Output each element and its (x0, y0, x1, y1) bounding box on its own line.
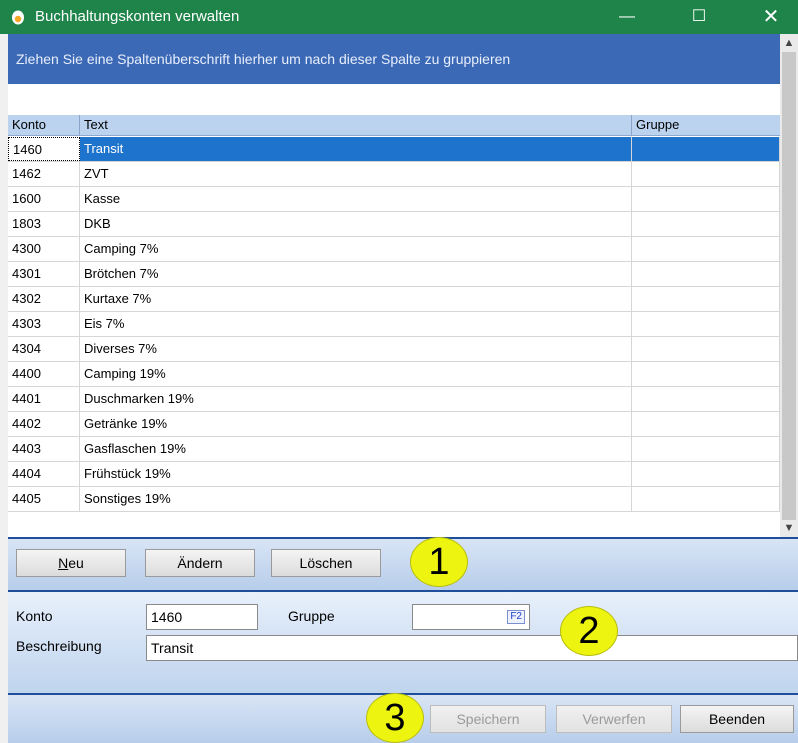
grid-rows: 1460 Transit 1462 ZVT 1600 Kasse 1803 DKB 4300 Ca… (8, 137, 780, 537)
table-row[interactable]: 4403 Gasflaschen 19% (8, 437, 780, 462)
table-row[interactable]: 4302 Kurtaxe 7% (8, 287, 780, 312)
cell-text: Gasflaschen 19% (80, 437, 632, 461)
column-header-text[interactable]: Text (80, 115, 632, 135)
cell-konto: 4400 (8, 362, 80, 386)
column-header-gruppe[interactable]: Gruppe (632, 115, 780, 135)
neu-button[interactable]: Neu (16, 549, 126, 577)
table-row[interactable]: 4301 Brötchen 7% (8, 262, 780, 287)
gruppe-label: Gruppe (288, 608, 335, 624)
cell-gruppe (632, 162, 780, 186)
beenden-button[interactable]: Beenden (680, 705, 794, 733)
cell-text: Frühstück 19% (80, 462, 632, 486)
verwerfen-button[interactable]: Verwerfen (556, 705, 672, 733)
konto-label: Konto (16, 608, 53, 624)
neu-mnemonic: N (58, 555, 69, 571)
cell-konto: 1600 (8, 187, 80, 211)
table-row[interactable]: 1600 Kasse (8, 187, 780, 212)
cell-text: Camping 7% (80, 237, 632, 261)
accounts-grid: Ziehen Sie eine Spaltenüberschrift hierh… (8, 34, 798, 537)
cell-konto: 1460 (8, 137, 80, 161)
cell-gruppe (632, 412, 780, 436)
cell-gruppe (632, 312, 780, 336)
cell-text: Diverses 7% (80, 337, 632, 361)
vertical-scrollbar[interactable]: ▲ ▼ (780, 34, 798, 537)
f2-lookup-icon[interactable]: F2 (507, 610, 525, 624)
group-by-panel[interactable]: Ziehen Sie eine Spaltenüberschrift hierh… (8, 34, 780, 84)
marker-2: 2 (560, 606, 618, 656)
table-row[interactable]: 4402 Getränke 19% (8, 412, 780, 437)
speichern-button[interactable]: Speichern (430, 705, 546, 733)
cell-konto: 4405 (8, 487, 80, 511)
cell-text: Eis 7% (80, 312, 632, 336)
cell-text: Getränke 19% (80, 412, 632, 436)
close-button[interactable]: ✕ (748, 0, 794, 34)
cell-konto: 4304 (8, 337, 80, 361)
cell-gruppe (632, 237, 780, 261)
cell-text: Brötchen 7% (80, 262, 632, 286)
cell-gruppe (632, 287, 780, 311)
aendern-button[interactable]: Ändern (145, 549, 255, 577)
table-row[interactable]: 1462 ZVT (8, 162, 780, 187)
table-row[interactable]: 1460 Transit (8, 137, 780, 162)
cell-text: Sonstiges 19% (80, 487, 632, 511)
table-row[interactable]: 4401 Duschmarken 19% (8, 387, 780, 412)
cell-text: Transit (80, 137, 632, 161)
cell-konto: 4402 (8, 412, 80, 436)
cell-text: ZVT (80, 162, 632, 186)
title-bar: Buchhaltungskonten verwalten — ☐ ✕ (0, 0, 798, 34)
table-row[interactable]: 4405 Sonstiges 19% (8, 487, 780, 512)
cell-konto: 4301 (8, 262, 80, 286)
cell-gruppe (632, 362, 780, 386)
cell-gruppe (632, 337, 780, 361)
cell-gruppe (632, 212, 780, 236)
cell-gruppe (632, 137, 780, 161)
cell-konto: 4300 (8, 237, 80, 261)
cell-konto: 4404 (8, 462, 80, 486)
cell-gruppe (632, 437, 780, 461)
cell-gruppe (632, 462, 780, 486)
cell-konto: 4401 (8, 387, 80, 411)
cell-text: Kurtaxe 7% (80, 287, 632, 311)
cell-gruppe (632, 262, 780, 286)
cell-gruppe (632, 487, 780, 511)
neu-label-rest: eu (68, 555, 84, 571)
scroll-up-icon[interactable]: ▲ (780, 34, 798, 52)
table-row[interactable]: 4304 Diverses 7% (8, 337, 780, 362)
beschreibung-label: Beschreibung (16, 638, 102, 654)
action-panel: Neu Ändern Löschen 1 (8, 537, 798, 590)
edit-form-panel: Konto 1460 Gruppe F2 Beschreibung Transi… (8, 590, 798, 693)
footer-panel: 3 Speichern Verwerfen Beenden (8, 693, 798, 743)
table-row[interactable]: 4303 Eis 7% (8, 312, 780, 337)
cell-konto: 4403 (8, 437, 80, 461)
marker-1: 1 (410, 537, 468, 587)
cell-konto: 1803 (8, 212, 80, 236)
gruppe-input[interactable]: F2 (412, 604, 530, 630)
table-row[interactable]: 4400 Camping 19% (8, 362, 780, 387)
app-egg-icon (12, 10, 24, 25)
beschreibung-input[interactable]: Transit (146, 635, 798, 661)
scrollbar-thumb[interactable] (782, 52, 796, 520)
column-header-konto[interactable]: Konto (8, 115, 80, 135)
cell-gruppe (632, 387, 780, 411)
cell-konto: 4302 (8, 287, 80, 311)
marker-3: 3 (366, 693, 424, 743)
window-title: Buchhaltungskonten verwalten (35, 8, 240, 25)
table-row[interactable]: 4300 Camping 7% (8, 237, 780, 262)
minimize-button[interactable]: — (604, 0, 650, 34)
cell-text: Kasse (80, 187, 632, 211)
maximize-button[interactable]: ☐ (676, 0, 722, 34)
group-hint-text: Ziehen Sie eine Spaltenüberschrift hierh… (16, 51, 511, 67)
table-row[interactable]: 1803 DKB (8, 212, 780, 237)
cell-konto: 4303 (8, 312, 80, 336)
loeschen-button[interactable]: Löschen (271, 549, 381, 577)
scroll-down-icon[interactable]: ▼ (780, 519, 798, 537)
cell-text: Camping 19% (80, 362, 632, 386)
table-row[interactable]: 4404 Frühstück 19% (8, 462, 780, 487)
grid-header: Konto Text Gruppe (8, 115, 780, 136)
cell-text: Duschmarken 19% (80, 387, 632, 411)
cell-konto: 1462 (8, 162, 80, 186)
cell-text: DKB (80, 212, 632, 236)
cell-gruppe (632, 187, 780, 211)
konto-input[interactable]: 1460 (146, 604, 258, 630)
